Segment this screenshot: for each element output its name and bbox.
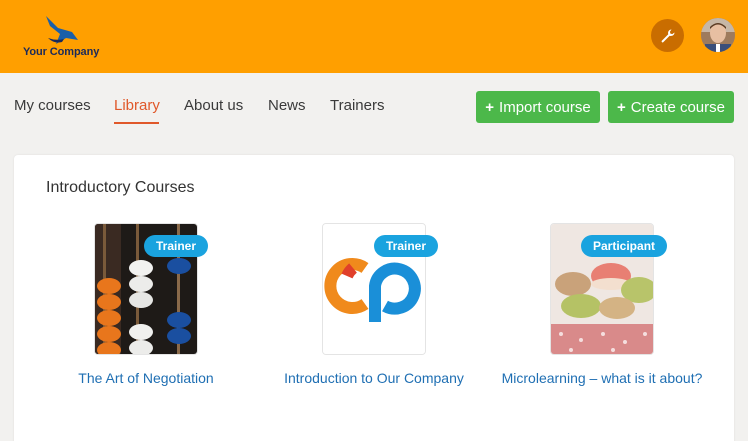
company-logo[interactable]: Your Company [18, 14, 108, 62]
section-title: Introductory Courses [46, 179, 195, 196]
avatar-photo [701, 18, 735, 52]
role-badge: Participant [581, 235, 668, 257]
import-course-label: Import course [499, 98, 591, 116]
plus-icon: + [617, 98, 626, 116]
wrench-icon [661, 29, 674, 42]
logo-text: Your Company [23, 46, 100, 58]
plus-icon: + [485, 98, 495, 116]
create-course-button[interactable]: + Create course [608, 91, 734, 123]
nav-item-about-us[interactable]: About us [184, 97, 243, 114]
import-course-button[interactable]: + Import course [476, 91, 600, 123]
role-badge: Trainer [374, 235, 439, 257]
course-section-card: Introductory Courses Trainer The Art of … [14, 155, 734, 441]
active-tab-indicator [114, 122, 159, 124]
nav-item-trainers[interactable]: Trainers [330, 97, 384, 114]
nav-item-news[interactable]: News [268, 97, 306, 114]
course-title[interactable]: Microlearning – what is it about? [487, 368, 717, 388]
user-avatar[interactable] [701, 18, 735, 52]
create-course-label: Create course [630, 98, 725, 116]
bird-logo-icon [46, 16, 78, 44]
nav-item-my-courses[interactable]: My courses [14, 97, 91, 114]
course-item[interactable]: Trainer The Art of Negotiation [31, 223, 261, 423]
course-title[interactable]: Introduction to Our Company [259, 368, 489, 388]
course-item[interactable]: Trainer Introduction to Our Company [259, 223, 489, 423]
course-item[interactable]: Participant Microlearning – what is it a… [487, 223, 717, 423]
top-bar: Your Company [0, 0, 748, 73]
role-badge: Trainer [144, 235, 209, 257]
course-title[interactable]: The Art of Negotiation [31, 368, 261, 388]
nav-item-library[interactable]: Library [114, 97, 160, 114]
settings-button[interactable] [651, 19, 684, 52]
